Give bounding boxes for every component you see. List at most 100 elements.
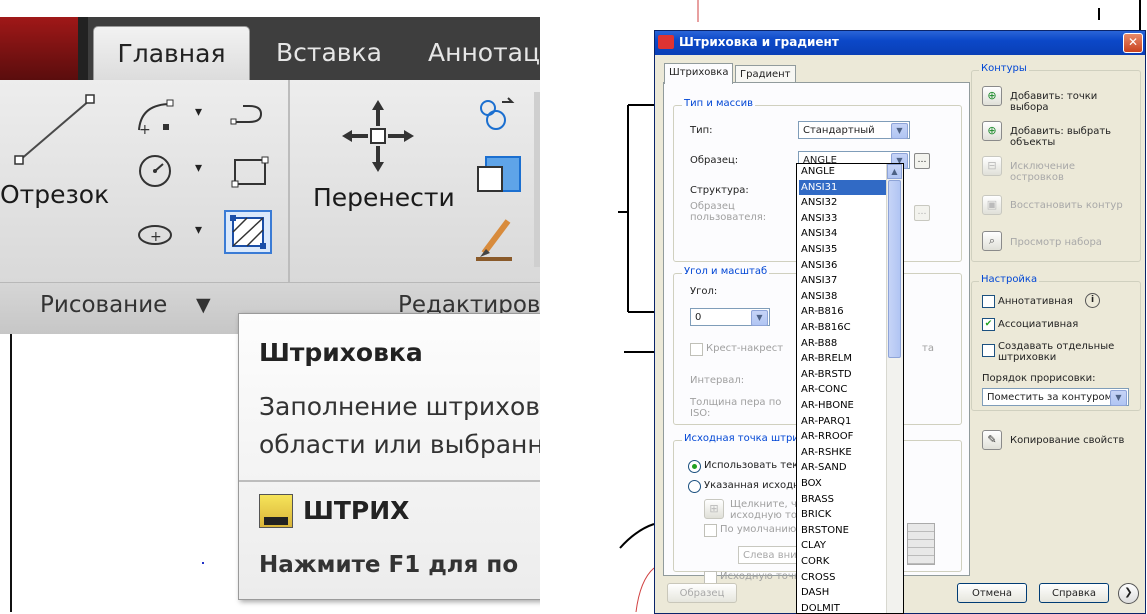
boundary-position-select[interactable]: Слева вниз: [738, 546, 804, 564]
line-tool-button[interactable]: [10, 92, 100, 177]
pattern-list-item[interactable]: ANSI33: [799, 211, 887, 227]
relative-paper-label-partial: та: [922, 343, 934, 354]
pattern-list-item[interactable]: ANSI35: [799, 242, 887, 258]
use-current-origin-radio[interactable]: [688, 460, 701, 473]
rectangle-icon: [231, 156, 269, 188]
associative-checkbox[interactable]: ✔: [982, 318, 995, 331]
rotate-tool-button[interactable]: [473, 95, 519, 137]
add-pick-points-button[interactable]: ⊕: [982, 86, 1002, 106]
arc-dropdown-icon[interactable]: ▾: [195, 104, 202, 120]
polyline-tool-button[interactable]: [226, 95, 272, 137]
type-select[interactable]: Стандартный ▼: [798, 121, 910, 139]
ellipse-dropdown-icon[interactable]: ▾: [195, 222, 202, 238]
tab-annotate[interactable]: Аннотац: [428, 26, 540, 80]
use-current-origin-label: Использовать теку: [704, 460, 805, 471]
pattern-list-item[interactable]: DASH: [799, 585, 887, 601]
custom-pattern-label: Образец пользователя:: [690, 201, 767, 223]
tab-hatch[interactable]: Штриховка: [664, 63, 734, 84]
pattern-list-item[interactable]: ANSI37: [799, 273, 887, 289]
pattern-list-item[interactable]: BOX: [799, 476, 887, 492]
pattern-list-item[interactable]: ANGLE: [799, 164, 887, 180]
rotate-icon: [480, 97, 515, 130]
pattern-list-item[interactable]: BRICK: [799, 507, 887, 523]
pattern-list-item[interactable]: AR-HBONE: [799, 398, 887, 414]
structure-label: Структура:: [690, 185, 749, 196]
draw-order-select[interactable]: Поместить за контуром ▼: [982, 388, 1129, 406]
pattern-list-item[interactable]: AR-B88: [799, 336, 887, 352]
pattern-list-item[interactable]: AR-B816: [799, 304, 887, 320]
add-select-objects-button[interactable]: ⊕: [982, 121, 1002, 141]
chevron-down-icon[interactable]: ▼: [891, 123, 908, 139]
pattern-list-item[interactable]: CROSS: [799, 570, 887, 586]
circle-tool-button[interactable]: [132, 150, 178, 192]
pattern-list-item[interactable]: CORK: [799, 554, 887, 570]
pattern-dropdown-list[interactable]: ANGLE ANSI31 ANSI32 ANSI33 ANSI34 ANSI35 ANSI3…: [796, 163, 904, 614]
pattern-list-item[interactable]: AR-B816C: [799, 320, 887, 336]
dialog-titlebar[interactable]: Штриховка и градиент ✕: [655, 31, 1145, 55]
pattern-list-item[interactable]: CLAY: [799, 538, 887, 554]
application-menu-button[interactable]: [0, 17, 88, 80]
tab-home[interactable]: Главная: [93, 26, 250, 81]
view-selections-button[interactable]: ⌕: [982, 231, 1002, 251]
specified-origin-radio[interactable]: [688, 480, 701, 493]
draw-group-dropdown-icon[interactable]: ▼: [196, 294, 211, 316]
click-set-origin-button[interactable]: ⊞: [704, 499, 724, 519]
pattern-list-item[interactable]: ANSI34: [799, 226, 887, 242]
drawing-area-border: [0, 334, 12, 612]
scroll-up-icon[interactable]: ▲: [887, 164, 902, 179]
pattern-list-item[interactable]: AR-RROOF: [799, 429, 887, 445]
help-button[interactable]: Справка: [1039, 583, 1109, 603]
tab-gradient[interactable]: Градиент: [735, 65, 796, 83]
pattern-list-item[interactable]: DOLMIT: [799, 601, 887, 613]
preview-button[interactable]: Образец: [667, 583, 737, 603]
pattern-list-item[interactable]: ANSI38: [799, 289, 887, 305]
pattern-list-item[interactable]: AR-BRSTD: [799, 367, 887, 383]
draw-group-label[interactable]: Рисование: [40, 292, 167, 318]
move-tool-button[interactable]: [338, 96, 418, 176]
tooltip-description: Заполнение штриховк области или выбранн: [259, 392, 540, 459]
pattern-list-item[interactable]: BRSTONE: [799, 523, 887, 539]
pattern-list-item[interactable]: BRASS: [799, 492, 887, 508]
pattern-list-item[interactable]: AR-SAND: [799, 460, 887, 476]
chevron-down-icon[interactable]: ▼: [751, 310, 768, 326]
annotative-checkbox[interactable]: [982, 295, 995, 308]
pattern-list-item[interactable]: AR-PARQ1: [799, 414, 887, 430]
scrollbar-thumb[interactable]: [888, 180, 901, 358]
info-icon[interactable]: i: [1085, 293, 1100, 308]
more-options-arrow-icon[interactable]: ❯: [1118, 583, 1139, 604]
recreate-boundary-button[interactable]: ▣: [982, 195, 1002, 215]
crosshatch-checkbox[interactable]: [690, 343, 703, 356]
pattern-list-item[interactable]: ANSI31: [799, 179, 887, 196]
remove-islands-button[interactable]: ⊟: [982, 156, 1002, 176]
hatch-tool-button[interactable]: [224, 210, 272, 254]
custom-pattern-browse-button[interactable]: …: [914, 205, 930, 221]
inherit-properties-button[interactable]: ✎: [982, 430, 1002, 450]
pattern-list-item[interactable]: AR-CONC: [799, 382, 887, 398]
default-to-boundary-checkbox[interactable]: [704, 524, 717, 537]
copy-tool-button[interactable]: [473, 152, 521, 194]
rectangle-tool-button[interactable]: [226, 150, 272, 192]
recreate-boundary-label: Восстановить контур: [1010, 200, 1123, 211]
tab-insert[interactable]: Вставка: [276, 26, 382, 80]
pattern-list-scrollbar[interactable]: ▲: [886, 164, 903, 613]
match-properties-tool-button[interactable]: [473, 212, 519, 261]
pattern-list-item[interactable]: AR-BRELM: [799, 351, 887, 367]
pattern-list-item[interactable]: ANSI36: [799, 258, 887, 274]
angle-select[interactable]: 0 ▼: [690, 308, 770, 326]
tooltip-title: Штриховка: [259, 338, 423, 367]
move-icon: [342, 100, 414, 172]
pattern-list-item[interactable]: ANSI32: [799, 195, 887, 211]
close-button[interactable]: ✕: [1123, 33, 1143, 53]
dialog-title: Штриховка и градиент: [679, 35, 839, 49]
cancel-button[interactable]: Отмена: [957, 583, 1027, 603]
separate-hatches-checkbox[interactable]: [982, 344, 995, 357]
pattern-browse-button[interactable]: …: [914, 153, 930, 169]
circle-dropdown-icon[interactable]: ▾: [195, 160, 202, 176]
chevron-down-icon[interactable]: ▼: [1110, 390, 1127, 406]
pattern-list-item[interactable]: AR-RSHKE: [799, 445, 887, 461]
view-selections-label: Просмотр набора: [1010, 237, 1102, 248]
ellipse-tool-button[interactable]: +: [132, 212, 178, 254]
default-to-boundary-label: По умолчанию: [720, 524, 797, 535]
angle-scale-group-label: Угол и масштаб: [682, 266, 770, 277]
arc-tool-button[interactable]: +: [132, 95, 178, 138]
